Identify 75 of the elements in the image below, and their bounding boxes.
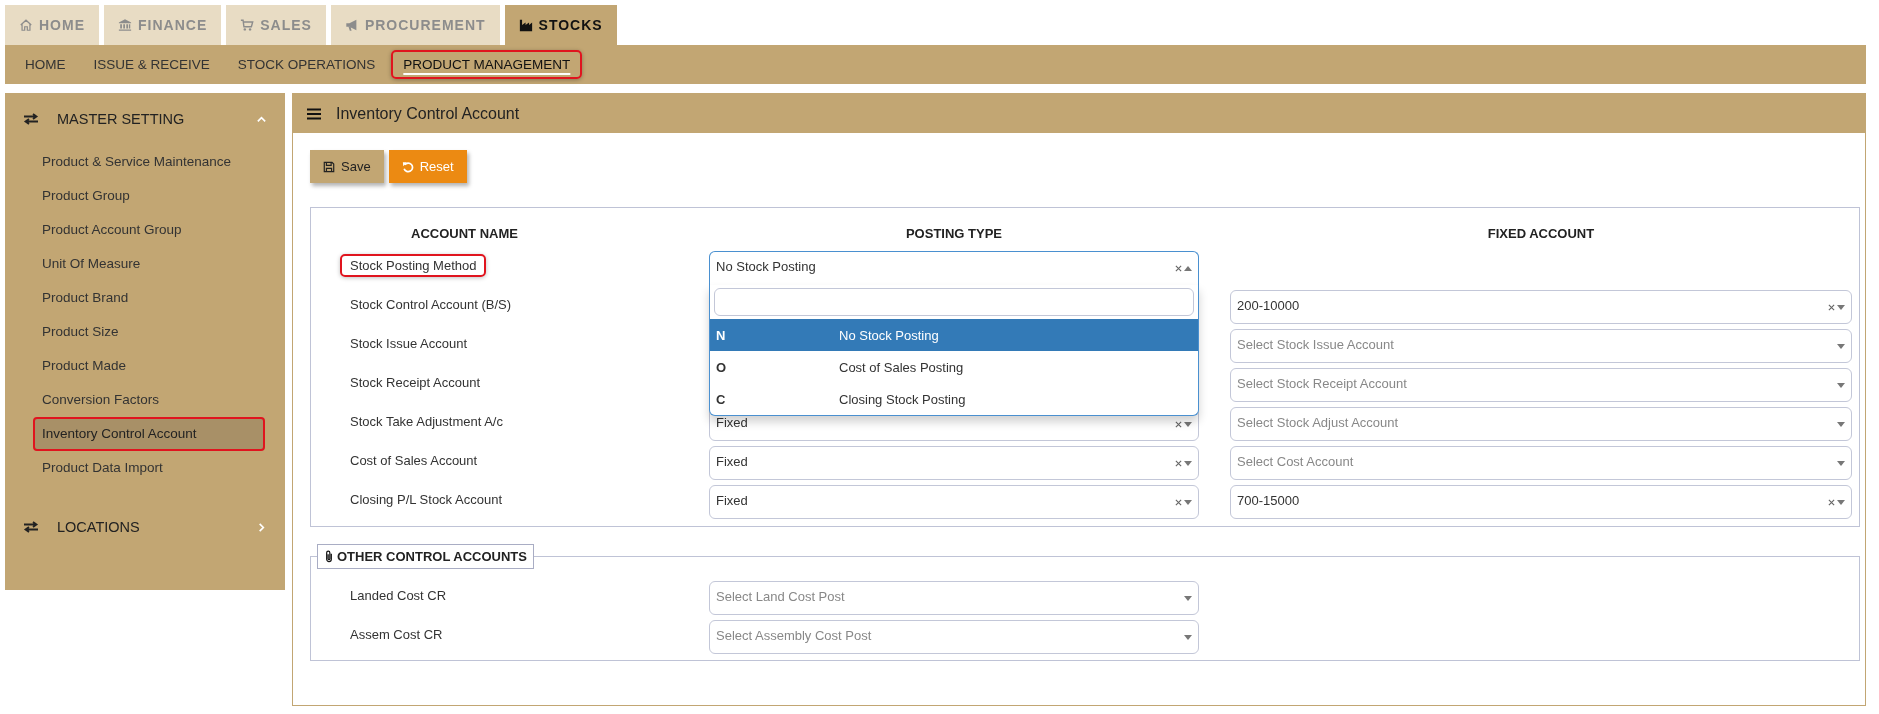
sidebar-item[interactable]: Product Made xyxy=(33,349,265,383)
select-field[interactable]: 200-10000 xyxy=(1230,290,1852,324)
sidebar-item[interactable]: Product Group xyxy=(33,179,265,213)
caret-down-icon xyxy=(1184,499,1192,505)
select-field[interactable]: No Stock Posting xyxy=(709,251,1199,285)
column-header: FIXED ACCOUNT xyxy=(1487,226,1595,241)
select-field[interactable]: Select Assembly Cost Post xyxy=(709,620,1199,654)
clear-icon[interactable] xyxy=(1175,265,1182,272)
field-label: Stock Receipt Account xyxy=(349,374,482,392)
clear-icon[interactable] xyxy=(1175,420,1182,428)
caret-down-icon xyxy=(1837,343,1845,349)
nav-link[interactable]: PRODUCT MANAGEMENT xyxy=(391,50,583,79)
swap-arrows-icon xyxy=(23,521,39,533)
cart-icon xyxy=(240,18,255,32)
caret-down-icon xyxy=(1837,460,1845,466)
menu-icon[interactable] xyxy=(307,107,321,120)
sidebar-item[interactable]: Product & Service Maintenance xyxy=(33,145,265,179)
megaphone-icon xyxy=(344,18,359,32)
field-label: Stock Posting Method xyxy=(340,254,487,277)
caret-down-icon xyxy=(1837,382,1845,388)
caret-down-icon xyxy=(1184,421,1192,427)
clear-icon[interactable] xyxy=(1175,459,1182,467)
select-field[interactable]: Select Stock Receipt Account xyxy=(1230,368,1852,402)
nav-link[interactable]: HOME xyxy=(13,50,78,79)
select-field[interactable]: Select Cost Account xyxy=(1230,446,1852,480)
caret-down-icon xyxy=(1184,634,1192,640)
caret-down-icon xyxy=(1837,421,1845,427)
select-field[interactable]: Fixed xyxy=(709,485,1199,519)
swap-arrows-icon xyxy=(23,113,39,125)
field-label: Closing P/L Stock Account xyxy=(349,491,503,509)
factory-icon xyxy=(518,18,533,32)
caret-down-icon xyxy=(1837,499,1845,505)
sidebar-item[interactable]: Unit Of Measure xyxy=(33,247,265,281)
sidebar-item[interactable]: Product Brand xyxy=(33,281,265,315)
section-header[interactable]: MASTER SETTING xyxy=(5,101,285,137)
home-icon xyxy=(19,18,33,32)
search-field[interactable] xyxy=(714,288,1194,316)
panel-title: Inventory Control Account xyxy=(336,104,520,123)
select-field[interactable]: Select Stock Adjust Account xyxy=(1230,407,1852,441)
dropdown-option[interactable]: O Cost of Sales Posting xyxy=(710,351,1198,383)
field-label: Stock Take Adjustment A/c xyxy=(349,413,504,431)
field-label: Assem Cost CR xyxy=(349,626,444,644)
save-button[interactable]: Save xyxy=(310,150,384,183)
select-field[interactable]: 700-15000 xyxy=(1230,485,1852,519)
nav-link[interactable]: ISSUE & RECEIVE xyxy=(81,50,222,79)
caret-up-icon xyxy=(1184,266,1192,271)
nav-link[interactable]: STOCK OPERATIONS xyxy=(225,50,388,79)
field-label: Stock Issue Account xyxy=(349,335,469,353)
bank-icon xyxy=(118,18,132,32)
select-field[interactable]: Select Land Cost Post xyxy=(709,581,1199,615)
section-header[interactable]: LOCATIONS xyxy=(5,509,285,545)
field-label: Landed Cost CR xyxy=(349,587,448,605)
caret-down-icon xyxy=(1837,304,1845,310)
undo-icon xyxy=(401,160,414,173)
sidebar-item[interactable]: Product Data Import xyxy=(33,451,265,485)
section-title: OTHER CONTROL ACCOUNTS xyxy=(337,549,527,564)
column-header: ACCOUNT NAME xyxy=(411,226,518,241)
select-field[interactable]: Select Stock Issue Account xyxy=(1230,329,1852,363)
sidebar-item[interactable]: Conversion Factors xyxy=(33,383,265,417)
sidebar-item[interactable]: Inventory Control Account xyxy=(33,417,265,451)
caret-down-icon xyxy=(1184,460,1192,466)
field-label: Stock Control Account (B/S) xyxy=(349,296,513,314)
clear-icon[interactable] xyxy=(1175,498,1182,506)
sidebar-item[interactable]: Product Size xyxy=(33,315,265,349)
clear-icon[interactable] xyxy=(1828,498,1835,506)
module-tab[interactable]: STOCKS xyxy=(504,5,617,45)
caret-down-icon xyxy=(1184,595,1192,601)
floppy-icon xyxy=(323,160,335,173)
select-field[interactable]: Fixed xyxy=(709,446,1199,480)
clear-icon[interactable] xyxy=(1828,303,1835,311)
paperclip-icon xyxy=(324,550,334,563)
field-label: Cost of Sales Account xyxy=(349,452,479,470)
dropdown-option[interactable]: N No Stock Posting xyxy=(710,319,1198,351)
sidebar-item[interactable]: Product Account Group xyxy=(33,213,265,247)
column-header: POSTING TYPE xyxy=(905,226,1003,241)
